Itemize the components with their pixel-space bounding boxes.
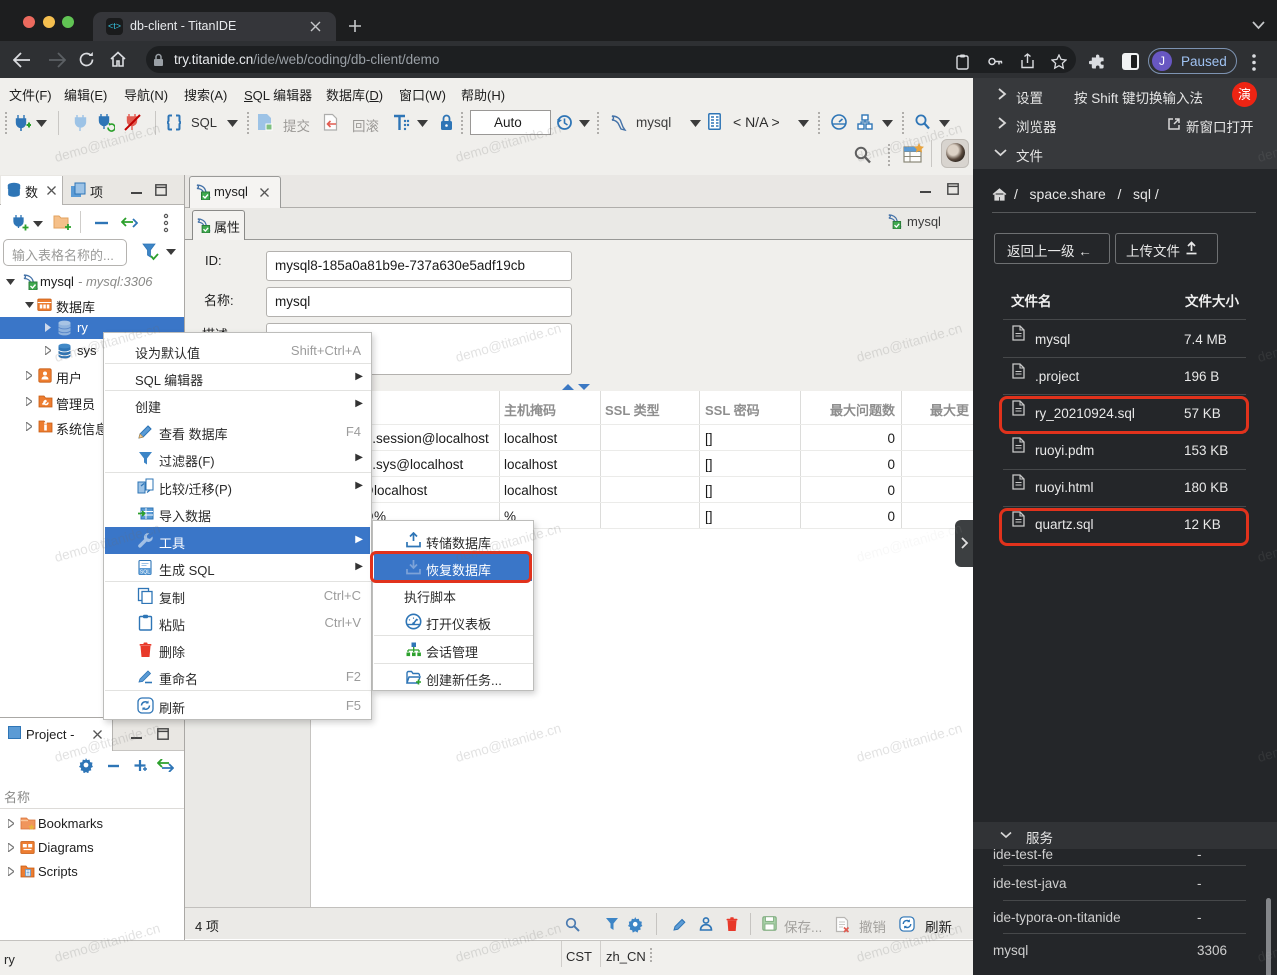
svg-text:SQL: SQL [140, 570, 150, 576]
